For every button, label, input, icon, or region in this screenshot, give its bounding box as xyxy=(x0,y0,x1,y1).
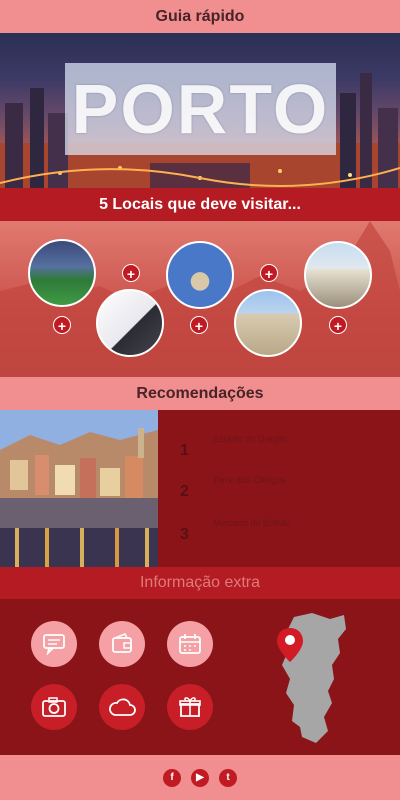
recommendations-section: 1 Estádio do Dragão 2 Torre dos Clérigos… xyxy=(0,410,400,567)
chat-icon[interactable] xyxy=(31,621,77,667)
places-heading-bar: 5 Locais que deve visitar... xyxy=(0,188,400,221)
facebook-icon[interactable]: f xyxy=(163,768,181,787)
gift-icon[interactable] xyxy=(167,684,213,730)
camera-icon[interactable] xyxy=(31,684,77,730)
add-place-icon[interactable]: + xyxy=(329,316,347,334)
place-city-hall-photo[interactable] xyxy=(234,289,302,357)
recommendation-label: Mercado do Bolhão xyxy=(213,518,292,528)
recommendation-item[interactable]: 1 Estádio do Dragão xyxy=(180,434,380,464)
cloud-icon[interactable] xyxy=(99,684,145,730)
top-bar: Guia rápido xyxy=(0,0,400,33)
recommendation-number: 3 xyxy=(180,526,189,543)
footer: f ▶ t xyxy=(0,755,400,800)
add-place-icon[interactable]: + xyxy=(53,316,71,334)
place-stadium-photo[interactable] xyxy=(28,239,96,307)
youtube-icon[interactable]: ▶ xyxy=(191,768,209,787)
calendar-icon[interactable] xyxy=(167,621,213,667)
extra-info-heading-bar: Informação extra xyxy=(0,567,400,599)
recommendation-number: 2 xyxy=(180,483,189,500)
hero-banner: PORTO xyxy=(0,33,400,188)
location-pin-icon[interactable] xyxy=(276,627,304,663)
add-place-icon[interactable]: + xyxy=(190,316,208,334)
page-title: Guia rápido xyxy=(155,7,245,25)
recommendation-item[interactable]: 2 Torre dos Clérigos xyxy=(180,475,380,505)
place-bolhao-market-photo[interactable] xyxy=(304,241,372,309)
add-place-icon[interactable]: + xyxy=(260,264,278,282)
recommendations-heading: Recomendações xyxy=(136,384,264,402)
place-clerigos-tower-photo[interactable] xyxy=(166,241,234,309)
ribeira-photo xyxy=(0,410,158,567)
extra-info-section xyxy=(0,599,400,755)
city-name-panel: PORTO xyxy=(65,63,336,155)
twitter-icon[interactable]: t xyxy=(219,768,237,787)
recommendation-label: Estádio do Dragão xyxy=(213,434,288,444)
wallet-icon[interactable] xyxy=(99,621,145,667)
recommendations-heading-bar: Recomendações xyxy=(0,377,400,410)
places-heading: 5 Locais que deve visitar... xyxy=(99,195,301,213)
add-place-icon[interactable]: + xyxy=(122,264,140,282)
extra-info-heading: Informação extra xyxy=(139,574,261,591)
recommendation-number: 1 xyxy=(180,442,189,459)
place-modern-building-photo[interactable] xyxy=(96,289,164,357)
recommendation-item[interactable]: 3 Mercado do Bolhão xyxy=(180,518,380,548)
places-section: + + + + + xyxy=(0,221,400,377)
recommendation-label: Torre dos Clérigos xyxy=(213,475,287,485)
city-name: PORTO xyxy=(71,70,330,148)
